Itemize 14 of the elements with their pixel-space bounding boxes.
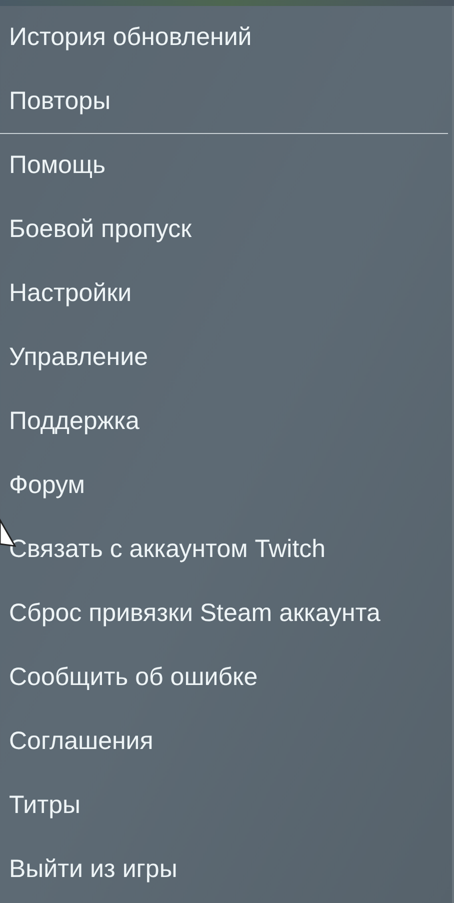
menu-item[interactable]: Боевой пропуск	[0, 198, 196, 262]
menu-item[interactable]: Соглашения	[0, 710, 158, 774]
menu-item[interactable]: Форум	[0, 454, 89, 518]
menu-item[interactable]: Управление	[0, 326, 152, 390]
menu-item[interactable]: Настройки	[0, 262, 136, 326]
menu-item[interactable]: Повторы	[0, 70, 115, 134]
menu-item[interactable]: Сообщить об ошибке	[0, 646, 262, 710]
menu-item[interactable]: Помощь	[0, 134, 110, 198]
menu-item[interactable]: Связать с аккаунтом Twitch	[0, 518, 330, 582]
menu-item[interactable]: Титры	[0, 774, 84, 838]
menu-item[interactable]: Выйти из игры	[0, 838, 182, 902]
menu-item[interactable]: Поддержка	[0, 390, 144, 454]
menu-item[interactable]: История обновлений	[0, 6, 256, 70]
menu-item[interactable]: Сброс привязки Steam аккаунта	[0, 582, 384, 646]
